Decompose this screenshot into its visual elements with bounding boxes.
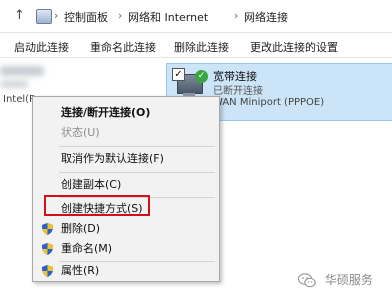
breadcrumb-network-internet[interactable]: 网络和 Internet [128, 9, 208, 25]
connection-status: 已断开连接 [213, 86, 263, 97]
red-highlight-box [44, 195, 150, 216]
menu-item-rename[interactable]: 重命名(M) [33, 239, 219, 259]
breadcrumb-separator: › [118, 9, 123, 22]
menu-item-connect-disconnect[interactable]: 连接/断开连接(O) [33, 103, 219, 123]
menu-item-label: 取消作为默认连接(F) [61, 152, 164, 165]
menu-item-unset-default[interactable]: 取消作为默认连接(F) [33, 149, 219, 169]
blurred-connection-name [0, 66, 44, 76]
menu-item-label: 删除(D) [61, 222, 101, 235]
menu-item-label: 重命名(M) [61, 242, 113, 255]
uac-shield-icon [42, 243, 53, 255]
wechat-icon [298, 273, 316, 288]
rename-connection-button[interactable]: 重命名此连接 [90, 39, 156, 55]
start-connection-button[interactable]: 启动此连接 [14, 39, 69, 55]
breadcrumb-control-panel[interactable]: 控制面板 [64, 9, 108, 25]
menu-item-label: 连接/断开连接(O) [61, 106, 151, 119]
address-bar: ↑ › 控制面板 › 网络和 Internet › 网络连接 [0, 0, 392, 33]
menu-item-properties[interactable]: 属性(R) [33, 261, 219, 281]
menu-item-label: 属性(R) [61, 264, 100, 277]
up-arrow-button[interactable]: ↑ [14, 8, 25, 23]
menu-item-label: 创建副本(C) [61, 178, 122, 191]
default-connection-check-icon: ✓ [195, 70, 208, 83]
menu-item-status[interactable]: 状态(U) [33, 123, 219, 143]
menu-divider [59, 172, 215, 173]
control-panel-icon [36, 9, 52, 24]
menu-item-create-copy[interactable]: 创建副本(C) [33, 175, 219, 195]
watermark: 华硕服务 [298, 271, 373, 288]
uac-shield-icon [42, 223, 53, 235]
uac-shield-icon [42, 265, 53, 277]
delete-connection-button[interactable]: 删除此连接 [174, 39, 229, 55]
change-settings-button[interactable]: 更改此连接的设置 [250, 39, 338, 55]
connection-device: WAN Miniport (PPPOE) [213, 97, 325, 108]
context-menu: 连接/断开连接(O) 状态(U) 取消作为默认连接(F) 创建副本(C) 创建快… [32, 96, 220, 282]
command-bar: 启动此连接 重命名此连接 删除此连接 更改此连接的设置 [0, 33, 392, 58]
breadcrumb-separator: › [54, 9, 59, 22]
breadcrumb-network-connections[interactable]: 网络连接 [244, 9, 288, 25]
menu-divider [59, 146, 215, 147]
menu-item-label: 状态(U) [61, 126, 100, 139]
blurred-connection-status [0, 80, 28, 88]
breadcrumb-separator: › [234, 9, 239, 22]
menu-item-delete[interactable]: 删除(D) [33, 219, 219, 239]
checkbox-icon[interactable]: ✓ [172, 68, 185, 81]
watermark-text: 华硕服务 [324, 273, 373, 287]
